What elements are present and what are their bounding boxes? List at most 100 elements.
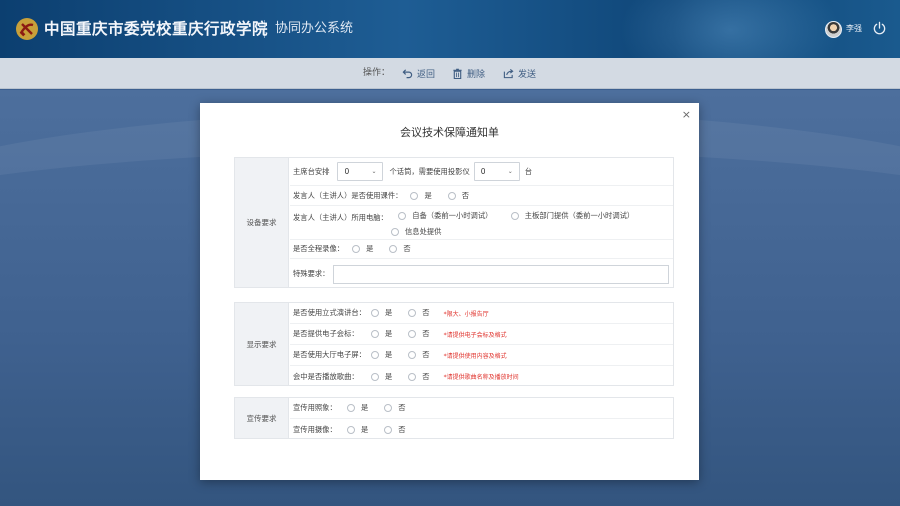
display-yes-option[interactable]: 是 — [371, 308, 392, 318]
publicity-row: 宣传用照象： 是 否 — [290, 398, 673, 419]
special-requirement-label: 特殊要求： — [293, 269, 330, 278]
special-requirement-input[interactable] — [333, 264, 670, 284]
option-label: 是 — [385, 350, 393, 359]
radio-button[interactable] — [384, 404, 393, 412]
radio-button[interactable] — [447, 191, 456, 200]
back-arrow-icon — [402, 69, 413, 79]
radio-button[interactable] — [408, 351, 417, 359]
send-button[interactable]: 发送 — [503, 58, 536, 89]
special-requirement-row: 特殊要求： — [290, 259, 673, 289]
user-name[interactable]: 李强 — [846, 22, 862, 36]
trash-icon — [453, 68, 462, 79]
send-button-label: 发送 — [518, 70, 537, 80]
display-no-option[interactable]: 否 — [408, 329, 430, 339]
radio-button[interactable] — [347, 404, 355, 412]
radio-button[interactable] — [371, 330, 379, 338]
back-button[interactable]: 返回 — [402, 58, 435, 89]
projector-count-select[interactable]: 0 ⌄ — [473, 162, 520, 181]
display-row: 是否使用立式演讲台： 是 否 *限大、小报告厅 — [290, 303, 673, 324]
courseware-question: 发言人（主讲人）是否使用课件： — [293, 190, 403, 200]
option-label: 是 — [385, 371, 393, 381]
chevron-down-icon: ⌄ — [507, 168, 513, 175]
send-share-icon — [503, 68, 514, 79]
option-label: 是 — [385, 308, 393, 317]
display-question: 会中是否播放歌曲： — [293, 371, 359, 381]
option-label: 自备（委前一小时调试） — [412, 211, 493, 220]
computer-self-option[interactable]: 自备（委前一小时调试） — [398, 211, 492, 221]
radio-button[interactable] — [371, 372, 379, 381]
publicity-no-option[interactable]: 否 — [384, 403, 406, 413]
modal-close-button[interactable]: × — [682, 109, 691, 120]
display-yes-option[interactable]: 是 — [371, 329, 392, 339]
publicity-yes-option[interactable]: 是 — [347, 425, 368, 435]
display-no-option[interactable]: 否 — [408, 372, 430, 382]
title-divider — [264, 20, 265, 38]
recording-no-option[interactable]: 否 — [389, 244, 411, 254]
toolbar-operation-label: 操作： — [363, 68, 391, 78]
option-label: 是 — [366, 244, 374, 253]
display-yes-option[interactable]: 是 — [371, 372, 392, 382]
option-label: 信息处提供 — [405, 227, 442, 236]
mic-projector-row: 主席台安排 0 ⌄ 个话筒，需要使用投影仪 0 ⌄ 台 — [290, 158, 673, 186]
option-label: 是 — [424, 190, 432, 200]
publicity-yes-option[interactable]: 是 — [347, 403, 368, 413]
mic-prefix-label: 主席台安排 — [293, 166, 330, 176]
display-note: *请提供歌曲名称及播放时间 — [443, 374, 519, 381]
radio-button[interactable] — [384, 425, 393, 434]
computer-info-option[interactable]: 信息处提供 — [391, 227, 441, 237]
publicity-row: 宣传用摄像： 是 否 — [290, 419, 673, 440]
computer-host-option[interactable]: 主板部门提供（委前一小时调试） — [510, 211, 634, 221]
radio-button[interactable] — [408, 309, 417, 317]
radio-button[interactable] — [391, 228, 399, 236]
courseware-yes-option[interactable]: 是 — [410, 190, 432, 201]
computer-row: 发言人（主讲人）所用电脑： 自备（委前一小时调试） 主板部门提供（委前一小时调试… — [290, 206, 673, 240]
app-header: 中国重庆市委党校重庆行政学院 协同办公系统 李强 — [0, 0, 900, 58]
option-label: 否 — [422, 350, 430, 359]
radio-button[interactable] — [410, 191, 419, 200]
display-note: *限大、小报告厅 — [443, 310, 489, 318]
option-label: 否 — [398, 424, 406, 434]
recording-question: 是否全程录像： — [293, 244, 345, 253]
toolbar: 操作： 返回 删除 发送 — [0, 58, 900, 89]
radio-button[interactable] — [408, 372, 417, 381]
projector-count-value: 0 — [480, 167, 486, 176]
display-no-option[interactable]: 否 — [408, 308, 430, 318]
display-yes-option[interactable]: 是 — [371, 350, 392, 360]
radio-button[interactable] — [510, 212, 519, 220]
display-no-option[interactable]: 否 — [408, 350, 430, 360]
mic-count-select[interactable]: 0 ⌄ — [337, 162, 384, 181]
delete-button[interactable]: 删除 — [452, 58, 485, 89]
option-label: 否 — [422, 308, 430, 317]
publicity-question: 宣传用照象： — [293, 403, 337, 412]
recording-row: 是否全程录像： 是 否 — [290, 240, 673, 259]
publicity-section: 宣传要求 宣传用照象： 是 否 宣传用摄像： 是 否 — [234, 397, 674, 439]
radio-button[interactable] — [398, 212, 407, 220]
option-label: 是 — [361, 424, 369, 434]
publicity-no-option[interactable]: 否 — [384, 424, 406, 435]
radio-button[interactable] — [371, 309, 379, 317]
radio-button[interactable] — [408, 330, 417, 338]
courseware-no-option[interactable]: 否 — [447, 191, 469, 201]
notice-form-modal: × 会议技术保障通知单 设备要求 主席台安排 0 ⌄ 个话筒，需要使用投影仪 0… — [200, 103, 699, 480]
party-emblem-icon — [16, 18, 38, 40]
radio-button[interactable] — [371, 351, 379, 359]
option-label: 是 — [361, 403, 369, 412]
radio-button[interactable] — [347, 425, 355, 434]
radio-button[interactable] — [352, 245, 361, 253]
back-button-label: 返回 — [417, 70, 436, 80]
mic-count-value: 0 — [344, 167, 350, 176]
option-label: 否 — [422, 329, 430, 338]
display-note: *请提供使用内容及格式 — [443, 352, 507, 360]
publicity-question: 宣传用摄像： — [293, 424, 337, 434]
radio-button[interactable] — [389, 245, 398, 253]
display-note: *请提供电子会标及格式 — [443, 331, 507, 339]
display-question: 是否使用大厅电子屏： — [293, 350, 366, 359]
user-avatar[interactable] — [825, 21, 842, 38]
recording-yes-option[interactable]: 是 — [352, 244, 373, 254]
header-glow — [620, 0, 840, 58]
app-title: 中国重庆市委党校重庆行政学院 — [44, 20, 269, 38]
app-subtitle: 协同办公系统 — [275, 21, 354, 36]
section-label-publicity: 宣传要求 — [235, 398, 289, 438]
section-label-equipment: 设备要求 — [235, 158, 289, 287]
power-icon[interactable] — [872, 21, 887, 36]
